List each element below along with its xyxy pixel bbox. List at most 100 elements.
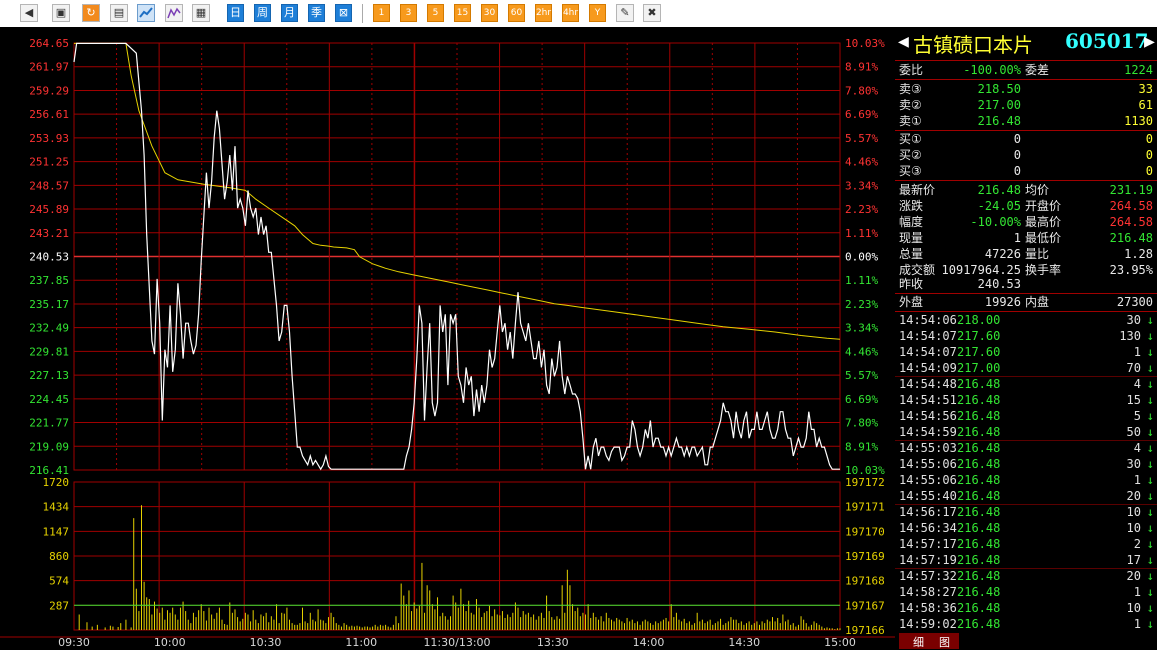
- price-axis-label: 240.53: [29, 251, 69, 264]
- down-arrow-icon: ↓: [1146, 601, 1154, 615]
- period-quarter-button[interactable]: 季: [308, 4, 325, 22]
- pct-axis-label: 0.00%: [845, 251, 878, 264]
- quote-value: 1: [1013, 231, 1021, 245]
- quote-label: 开盘价: [1025, 199, 1062, 213]
- down-arrow-icon: ↓: [1146, 425, 1154, 439]
- down-arrow-icon: ↓: [1146, 553, 1154, 567]
- interval-15-button[interactable]: 15: [454, 4, 471, 22]
- filter-icon[interactable]: Y: [589, 4, 606, 22]
- tick-time: 14:57:19: [899, 553, 957, 567]
- period-month-button[interactable]: 月: [281, 4, 298, 22]
- tick-volume: 50: [1126, 425, 1141, 439]
- tick-time: 14:59:02: [899, 617, 957, 631]
- pct-axis-label: 4.46%: [845, 345, 878, 358]
- down-arrow-icon: ↓: [1146, 377, 1154, 391]
- tick-price: 217.60: [957, 329, 1001, 343]
- quote-row: 涨跌 -24.05 开盘价 264.58: [895, 198, 1157, 214]
- tick-row: 14:56:34 216.48 10 ↓: [895, 520, 1157, 536]
- tick-row: 14:55:03 216.48 4 ↓: [895, 440, 1157, 456]
- down-arrow-icon: ↓: [1146, 409, 1154, 423]
- refresh-icon[interactable]: ↻: [82, 4, 100, 22]
- intraday-chart[interactable]: 264.65 10.03% 261.97 8.91% 259.29 7.80% 256.61…: [0, 27, 895, 650]
- tab-detail[interactable]: 细: [913, 634, 924, 650]
- grid-icon[interactable]: ▦: [192, 4, 210, 22]
- stock-header: ◀ 古镇碛口本片 605017 ▶: [895, 27, 1157, 59]
- tick-volume: 10: [1126, 505, 1141, 519]
- tick-row: 14:57:32 216.48 20 ↓: [895, 568, 1157, 584]
- price-axis-label: 237.85: [29, 274, 69, 287]
- tick-price: 216.48: [957, 569, 1001, 583]
- tick-price: 216.48: [957, 505, 1001, 519]
- tick-volume: 1: [1133, 585, 1141, 599]
- tick-volume: 17: [1126, 553, 1141, 567]
- quote-label: 总量: [899, 247, 924, 261]
- pct-axis-label: 1.11%: [845, 274, 878, 287]
- period-custom-button[interactable]: ⊠: [335, 4, 352, 22]
- tick-price: 216.48: [957, 409, 1001, 423]
- interval-4hr-button[interactable]: 4hr: [562, 4, 579, 22]
- tick-time: 14:56:17: [899, 505, 957, 519]
- down-arrow-icon: ↓: [1146, 441, 1154, 455]
- cube-icon[interactable]: ▣: [52, 4, 70, 22]
- pen-icon[interactable]: ✎: [616, 4, 634, 22]
- next-stock-arrow[interactable]: ▶: [1144, 31, 1155, 52]
- tick-volume: 2: [1133, 537, 1141, 551]
- tools-icon[interactable]: ✖: [643, 4, 661, 22]
- period-week-button[interactable]: 周: [254, 4, 271, 22]
- volume-axis-label: 287: [49, 599, 69, 612]
- down-arrow-icon: ↓: [1146, 489, 1154, 503]
- tick-time: 14:54:06: [899, 313, 957, 327]
- kline-icon[interactable]: [165, 4, 183, 22]
- interval-5-button[interactable]: 5: [427, 4, 444, 22]
- interval-60-button[interactable]: 60: [508, 4, 525, 22]
- tick-price: 216.48: [957, 601, 1001, 615]
- quote-value: 216.48: [1109, 231, 1153, 245]
- tick-volume: 20: [1126, 569, 1141, 583]
- stock-name: 古镇碛口本片: [913, 33, 1033, 57]
- pct-axis-label: 2.23%: [845, 298, 878, 311]
- down-arrow-icon: ↓: [1146, 473, 1154, 487]
- back-icon[interactable]: ◀: [20, 4, 38, 22]
- prev-stock-arrow[interactable]: ◀: [898, 31, 909, 52]
- volume-right-axis-label: 197171: [845, 501, 885, 514]
- quote-label: 最低价: [1025, 231, 1062, 245]
- quote-label: 最高价: [1025, 215, 1062, 229]
- interval-1-button[interactable]: 1: [373, 4, 390, 22]
- clipboard-icon[interactable]: ▤: [110, 4, 128, 22]
- down-arrow-icon: ↓: [1146, 521, 1154, 535]
- interval-30-button[interactable]: 30: [481, 4, 498, 22]
- time-axis-label: 10:00: [154, 636, 186, 649]
- down-arrow-icon: ↓: [1146, 361, 1154, 375]
- tick-time: 14:57:32: [899, 569, 957, 583]
- volume-bars: [74, 505, 841, 630]
- tick-row: 14:54:51 216.48 15 ↓: [895, 392, 1157, 408]
- quote-label: 现量: [899, 231, 924, 245]
- tick-volume: 1: [1133, 617, 1141, 631]
- tick-time: 14:55:06: [899, 473, 957, 487]
- tick-time: 14:54:51: [899, 393, 957, 407]
- tick-price: 216.48: [957, 441, 1001, 455]
- outer-volume: 19926: [984, 295, 1021, 309]
- tick-volume: 30: [1126, 457, 1141, 471]
- quote-value: 1.28: [1124, 247, 1153, 261]
- price-axis-label: 251.25: [29, 156, 69, 169]
- tick-row: 14:59:02 216.48 1 ↓: [895, 616, 1157, 632]
- pct-axis-label: 5.57%: [845, 132, 878, 145]
- tick-price: 217.60: [957, 345, 1001, 359]
- interval-2hr-button[interactable]: 2hr: [535, 4, 552, 22]
- tick-time: 14:54:59: [899, 425, 957, 439]
- tab-chart[interactable]: 图: [939, 634, 950, 650]
- down-arrow-icon: ↓: [1146, 393, 1154, 407]
- quote-row: 现量 1 最低价 216.48: [895, 230, 1157, 246]
- period-day-button[interactable]: 日: [227, 4, 244, 22]
- quote-value: 47226: [984, 247, 1021, 261]
- intraday-chart-icon[interactable]: [137, 4, 155, 22]
- tick-price: 218.00: [957, 313, 1001, 327]
- interval-3-button[interactable]: 3: [400, 4, 417, 22]
- tick-row: 14:57:19 216.48 17 ↓: [895, 552, 1157, 569]
- price-axis-label: 259.29: [29, 84, 69, 97]
- toolbar: ◀ ▣ ↻ ▤ ▦ 日 周 月 季 ⊠ 1 3 5 15 30 60 2hr 4…: [0, 0, 1157, 27]
- tick-row: 14:54:07 217.60 130 ↓: [895, 328, 1157, 344]
- tick-time: 14:54:09: [899, 361, 957, 375]
- pct-axis-label: 8.91%: [845, 61, 878, 74]
